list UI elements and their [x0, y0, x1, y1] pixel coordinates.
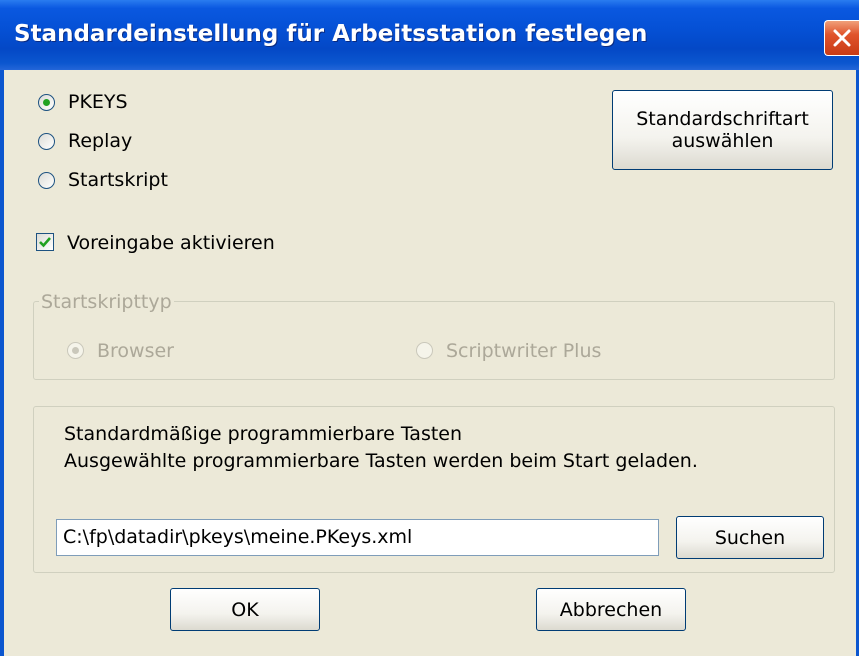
- keys-description-line2: Ausgewählte programmierbare Tasten werde…: [64, 450, 698, 472]
- radio-replay-label[interactable]: Replay: [68, 130, 132, 152]
- radio-browser-label[interactable]: Browser: [97, 340, 174, 362]
- cancel-button[interactable]: Abbrechen: [536, 588, 686, 631]
- radio-browser[interactable]: [67, 342, 84, 359]
- preset-checkbox[interactable]: [36, 233, 54, 251]
- font-button-line1: Standardschriftart: [636, 108, 809, 130]
- radio-scriptwriter-plus[interactable]: [416, 342, 433, 359]
- ok-button[interactable]: OK: [170, 588, 320, 631]
- radio-scriptwriter-plus-label[interactable]: Scriptwriter Plus: [446, 340, 601, 362]
- radio-pkeys[interactable]: [38, 94, 55, 111]
- select-default-font-button[interactable]: Standardschriftart auswählen: [612, 90, 833, 170]
- radio-startskript[interactable]: [38, 172, 55, 189]
- checkmark-icon: [39, 237, 51, 248]
- preset-checkbox-label[interactable]: Voreingabe aktivieren: [67, 232, 275, 254]
- radio-pkeys-label[interactable]: PKEYS: [68, 91, 128, 113]
- script-type-legend: Startskripttyp: [39, 291, 174, 313]
- keys-description-line1: Standardmäßige programmierbare Tasten: [64, 423, 463, 445]
- radio-startskript-label[interactable]: Startskript: [68, 169, 168, 191]
- search-button[interactable]: Suchen: [676, 516, 824, 559]
- close-icon: [833, 29, 851, 47]
- title-bar: Standardeinstellung für Arbeitsstation f…: [0, 0, 859, 70]
- radio-replay[interactable]: [38, 133, 55, 150]
- window-frame-left: [0, 70, 4, 656]
- close-button[interactable]: [824, 20, 859, 56]
- pkeys-path-input[interactable]: C:\fp\datadir\pkeys\meine.PKeys.xml: [56, 519, 659, 556]
- font-button-line2: auswählen: [671, 130, 774, 152]
- window-title: Standardeinstellung für Arbeitsstation f…: [14, 21, 648, 47]
